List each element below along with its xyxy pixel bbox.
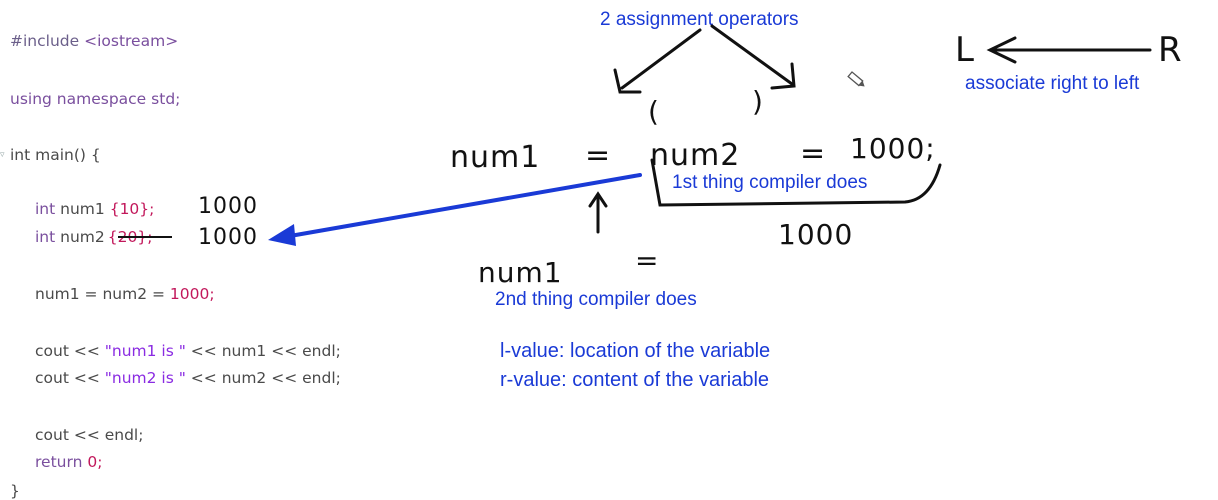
ink-arrow-right — [710, 24, 794, 86]
blue-arrow-head — [268, 224, 296, 246]
ink-arrow-left-head — [613, 68, 642, 94]
pencil-cursor-icon — [847, 71, 865, 87]
ink-bracket — [650, 158, 942, 207]
blue-arrow-shaft — [288, 173, 642, 238]
ink-arrow-left — [620, 28, 702, 90]
ink-overlay — [118, 24, 1152, 246]
